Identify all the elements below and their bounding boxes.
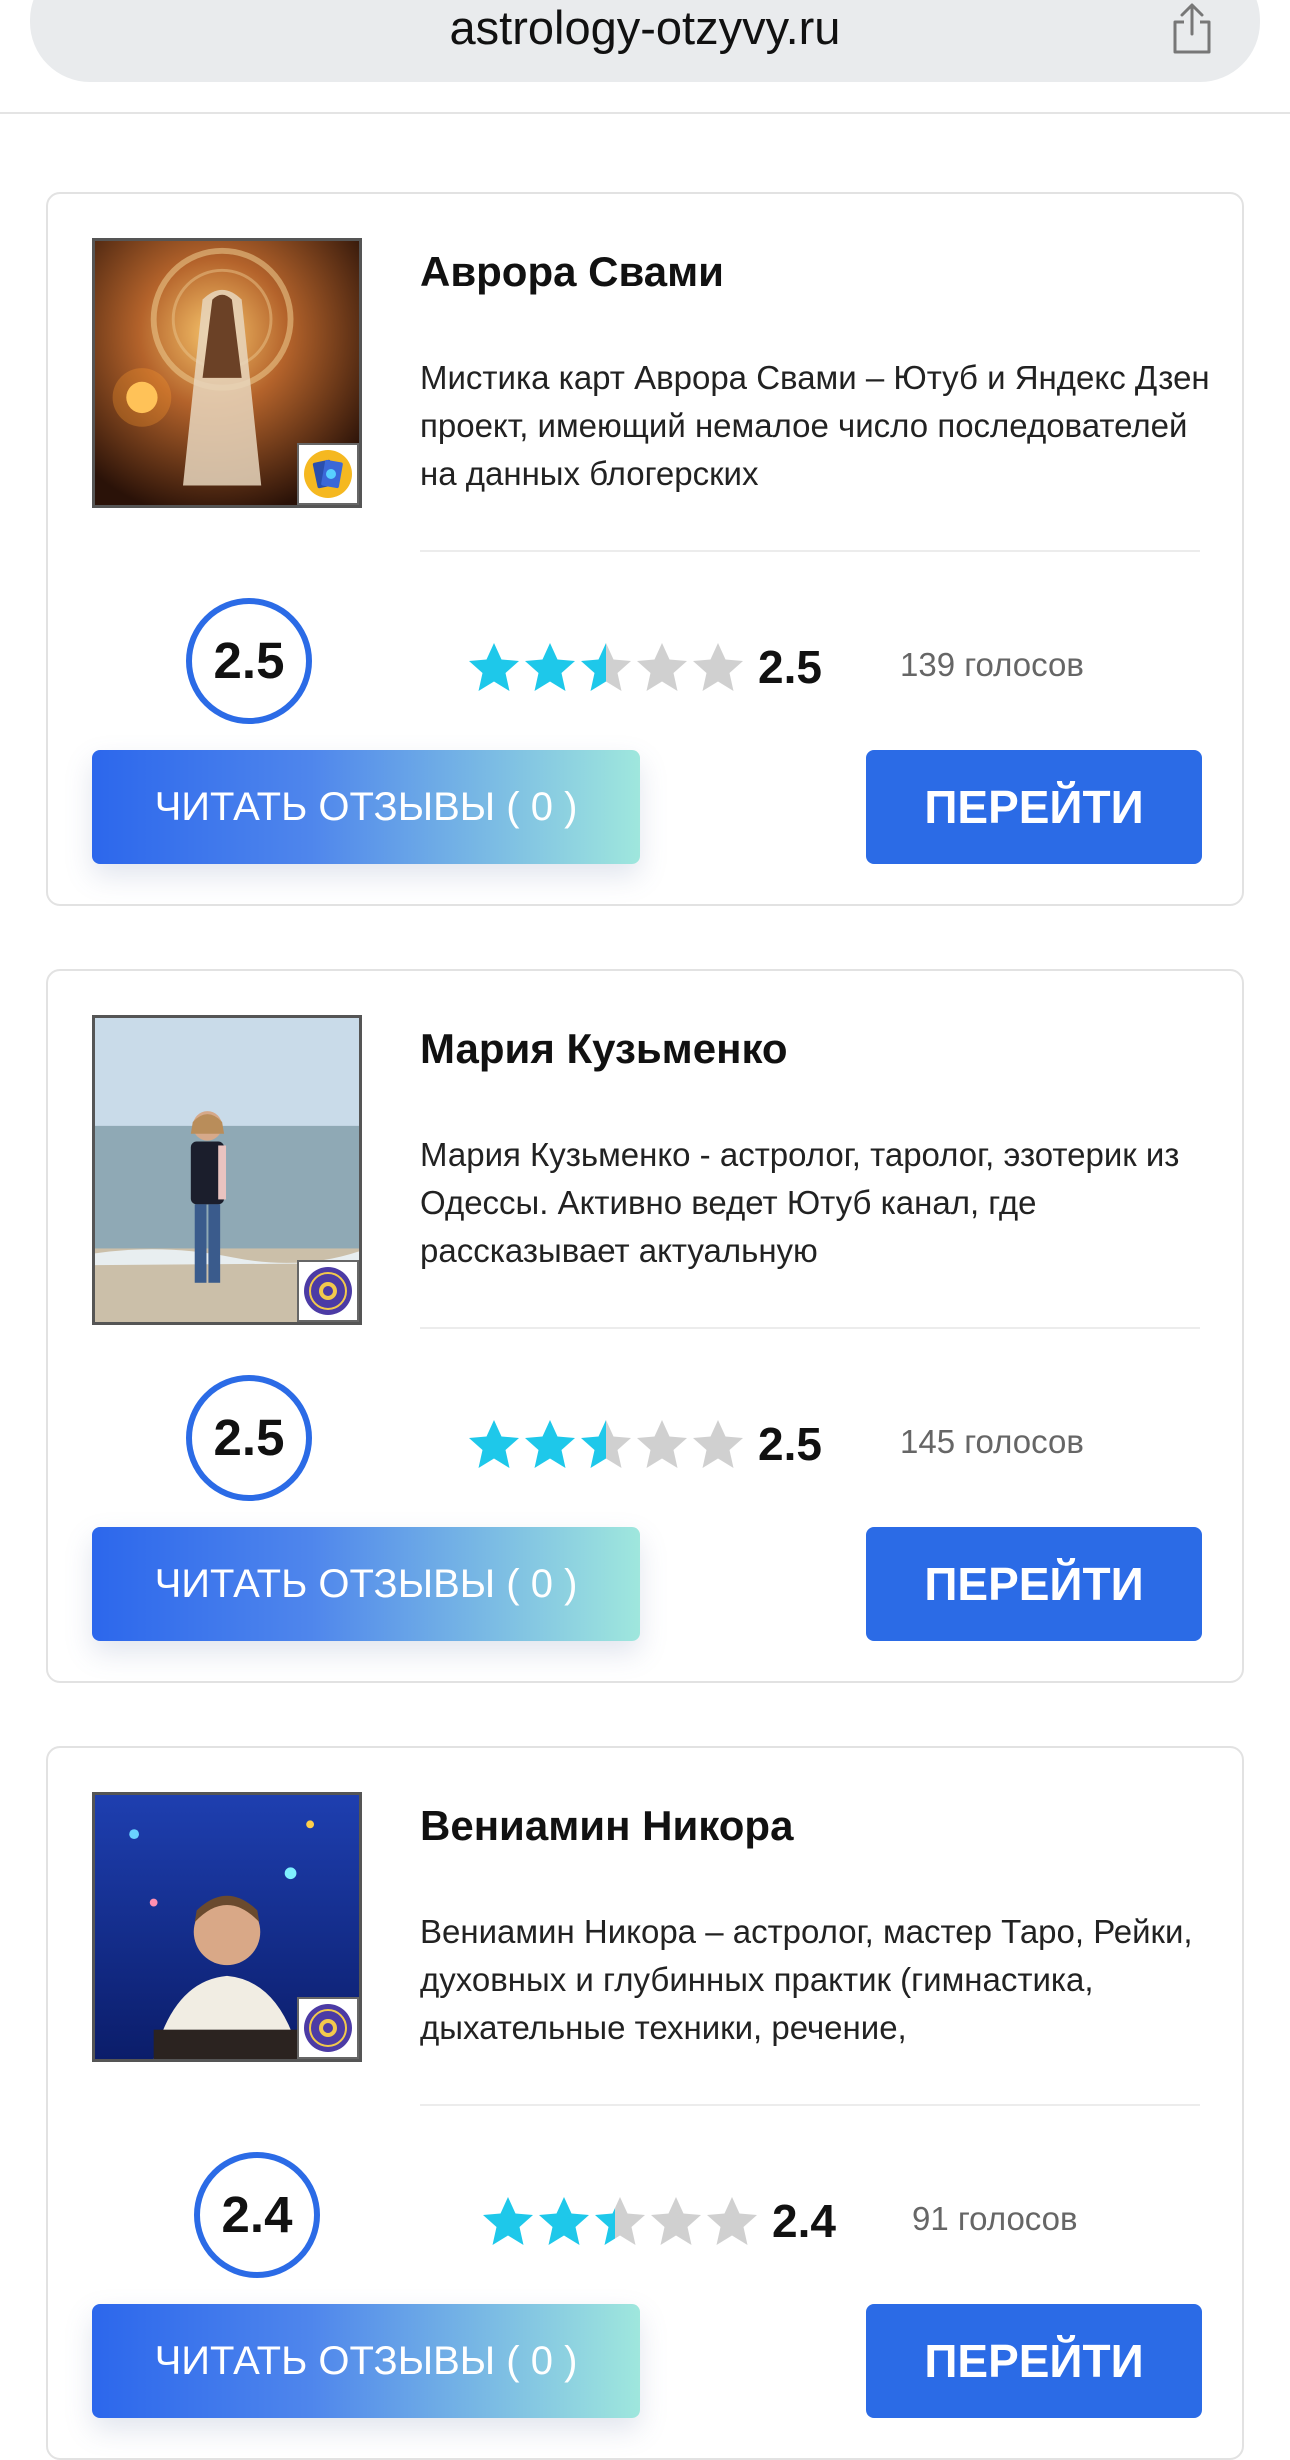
- star-filled-icon[interactable]: [466, 1417, 522, 1473]
- star-empty-icon[interactable]: [690, 640, 746, 696]
- star-empty-icon[interactable]: [648, 2194, 704, 2250]
- astrologer-photo[interactable]: [92, 238, 362, 508]
- score-circle: 2.5: [186, 1375, 312, 1501]
- astrologer-description: Мистика карт Аврора Свами – Ютуб и Яндек…: [420, 359, 1210, 492]
- star-empty-icon[interactable]: [634, 1417, 690, 1473]
- astrologer-name[interactable]: Вениамин Никора: [420, 1802, 793, 1850]
- read-reviews-button[interactable]: ЧИТАТЬ ОТЗЫВЫ ( 0 ): [92, 750, 640, 864]
- star-empty-icon[interactable]: [634, 640, 690, 696]
- votes-count: 145 голосов: [900, 1423, 1084, 1460]
- rating-value: 2.5: [758, 641, 822, 693]
- star-empty-icon[interactable]: [690, 1417, 746, 1473]
- browser-top-bar: astrology-otzyvy.ru: [0, 0, 1290, 114]
- astrologer-name[interactable]: Мария Кузьменко: [420, 1025, 788, 1073]
- go-button[interactable]: ПЕРЕЙТИ: [866, 2304, 1202, 2418]
- astrologer-description: Вениамин Никора – астролог, мастер Таро,…: [420, 1913, 1193, 2046]
- star-filled-icon[interactable]: [480, 2194, 536, 2250]
- astrologer-card: Вениамин Никора Вениамин Никора – астрол…: [46, 1746, 1244, 2460]
- star-half-icon[interactable]: [592, 2194, 648, 2250]
- star-rating[interactable]: [480, 2192, 760, 2252]
- star-filled-icon[interactable]: [522, 1417, 578, 1473]
- astrologer-name[interactable]: Аврора Свами: [420, 248, 724, 296]
- score-circle: 2.5: [186, 598, 312, 724]
- divider: [420, 550, 1200, 552]
- share-icon[interactable]: [1164, 0, 1220, 56]
- rating-value: 2.5: [758, 1418, 822, 1470]
- astrologer-photo[interactable]: [92, 1792, 362, 2062]
- astrologer-photo[interactable]: [92, 1015, 362, 1325]
- zodiac-wheel-icon: [297, 1997, 359, 2059]
- star-filled-icon[interactable]: [466, 640, 522, 696]
- astrologer-card: Мария Кузьменко Мария Кузьменко - астрол…: [46, 969, 1244, 1683]
- go-button[interactable]: ПЕРЕЙТИ: [866, 1527, 1202, 1641]
- divider: [420, 1327, 1200, 1329]
- read-reviews-button[interactable]: ЧИТАТЬ ОТЗЫВЫ ( 0 ): [92, 1527, 640, 1641]
- divider: [420, 2104, 1200, 2106]
- read-reviews-button[interactable]: ЧИТАТЬ ОТЗЫВЫ ( 0 ): [92, 2304, 640, 2418]
- astrologer-description: Мария Кузьменко - астролог, таролог, эзо…: [420, 1136, 1180, 1269]
- votes-count: 139 голосов: [900, 646, 1084, 683]
- address-bar[interactable]: astrology-otzyvy.ru: [30, 0, 1260, 82]
- star-empty-icon[interactable]: [704, 2194, 760, 2250]
- star-rating[interactable]: [466, 638, 746, 698]
- votes-count: 91 голосов: [912, 2200, 1078, 2237]
- zodiac-wheel-icon: [297, 1260, 359, 1322]
- star-filled-icon[interactable]: [536, 2194, 592, 2250]
- go-button[interactable]: ПЕРЕЙТИ: [866, 750, 1202, 864]
- star-rating[interactable]: [466, 1415, 746, 1475]
- star-half-icon[interactable]: [578, 640, 634, 696]
- tarot-cards-icon: [297, 443, 359, 505]
- star-filled-icon[interactable]: [522, 640, 578, 696]
- url-text[interactable]: astrology-otzyvy.ru: [30, 0, 1260, 56]
- score-circle: 2.4: [194, 2152, 320, 2278]
- star-half-icon[interactable]: [578, 1417, 634, 1473]
- astrologer-card: Аврора Свами Мистика карт Аврора Свами –…: [46, 192, 1244, 906]
- rating-value: 2.4: [772, 2195, 836, 2247]
